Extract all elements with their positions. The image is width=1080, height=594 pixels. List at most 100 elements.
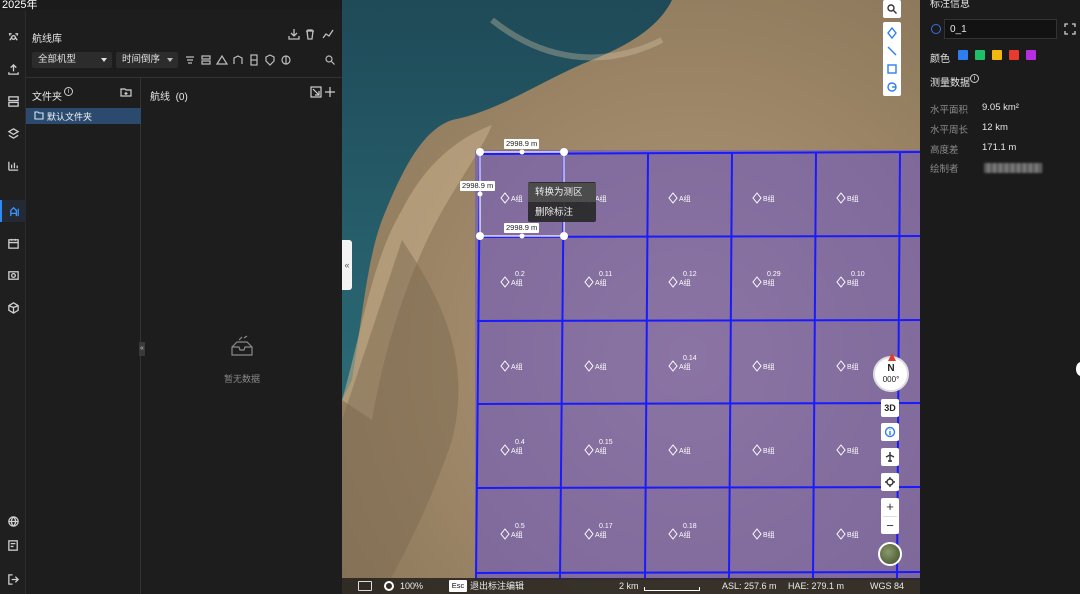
nav-upload-icon[interactable] [0,58,26,80]
compass-widget[interactable]: N 000° [873,353,909,392]
draw-point-icon[interactable] [886,26,898,40]
nav-chart-icon[interactable] [0,154,26,176]
map-search-button[interactable] [883,0,901,18]
filter-type-7-icon[interactable] [280,54,292,66]
filter-type-3-icon[interactable] [215,54,229,66]
import-route-icon[interactable] [310,86,322,98]
annotation-name-input[interactable] [944,19,1057,39]
folder-title: 文件夹 [32,92,62,103]
sort-select[interactable]: 时间倒序 [116,52,178,68]
map-view[interactable]: A组 A组 A组 B组 B组 A组 0.2 A组 0.11 A组 0.12 B组 0.29 B组 0.10 A… [342,0,920,594]
cell-value-label: 0.2 [515,271,525,278]
height-row: 高度差 171.1 m [930,142,1070,156]
compass-letter: N [887,363,895,374]
area-row: 水平面积 9.05 km² [930,102,1070,116]
opacity-ring-icon [384,581,394,591]
cell-group-label: A组 [679,446,691,455]
cell-value-label: 0.15 [599,439,613,446]
vertex-handle[interactable] [476,232,484,240]
nav-layers-icon[interactable] [0,122,26,144]
filter-type-1-icon[interactable] [184,54,196,66]
draw-circle-icon[interactable] [886,81,898,93]
app-root: 2025年 航线库 全部机型 时间倒序 文件夹 i 默认文件夹 « 航线 (0)… [0,0,1080,594]
model-filter-select[interactable]: 全部机型 [32,52,112,68]
edge-midpoint-handle[interactable] [477,191,483,197]
route-stats-icon[interactable] [322,28,334,40]
color-swatch[interactable] [1009,50,1019,60]
cell-value-label: 0.18 [683,523,697,530]
cell-group-label: B组 [847,278,859,287]
satellite-map[interactable]: A组 A组 A组 B组 B组A组0.2A组0.11A组0.12B组0.29B组0.10A… [342,0,920,594]
info-icon[interactable]: i [970,74,979,83]
draw-toolbar [883,22,901,96]
vertex-handle[interactable] [560,148,568,156]
cell-group-label: B组 [763,278,775,287]
title-bar: 2025年 [0,0,342,11]
floating-handle[interactable] [1076,362,1080,376]
nav-calendar-icon[interactable] [0,232,26,254]
filter-type-4-icon[interactable] [232,54,244,66]
collapse-panel-button[interactable]: « [342,240,352,290]
zoom-in-button[interactable]: + [881,498,899,516]
add-folder-icon[interactable] [120,86,132,98]
scale-label: 2 km [619,581,639,591]
airplane-icon [885,452,895,462]
info-icon[interactable]: i [64,87,73,96]
keyboard-icon[interactable] [358,581,372,591]
library-title: 航线库 [32,34,62,45]
cell-group-label: B组 [763,194,775,203]
edge-midpoint-handle[interactable] [519,233,525,239]
cell-value-label: 0.5 [515,523,525,530]
add-route-icon[interactable] [324,86,336,98]
menu-item-convert-to-survey-area[interactable]: 转换为测区 [528,183,596,202]
fly-to-aircraft-button[interactable] [881,448,899,466]
view-3d-button[interactable]: 3D [881,399,899,417]
nav-storage-icon[interactable] [0,90,26,112]
nav-globe-icon[interactable] [0,510,26,532]
color-swatch[interactable] [958,50,968,60]
nav-route-library-icon[interactable] [0,200,26,222]
compass-heading: 000° [882,375,900,384]
cell-group-label: A组 [511,530,523,539]
nav-drone-icon[interactable] [0,26,26,48]
cell-group-label: B组 [763,446,775,455]
measure-title: 测量数据 [930,78,970,89]
import-icon[interactable] [288,28,300,40]
fullscreen-icon[interactable] [1064,23,1076,35]
edge-midpoint-handle[interactable] [519,149,525,155]
cell-value-label: 0.11 [599,271,612,278]
color-swatch[interactable] [975,50,985,60]
opacity-value: 100% [400,581,424,591]
color-swatch[interactable] [1026,50,1036,60]
draw-polygon-icon[interactable] [886,63,898,75]
cell-group-label: A组 [511,194,523,203]
side-nav-rail [0,10,26,594]
model-filter-value: 全部机型 [38,54,77,65]
zoom-out-button[interactable]: − [881,517,899,535]
folder-item-default[interactable]: 默认文件夹 [26,108,141,124]
map-info-button[interactable] [881,423,899,441]
nav-logout-icon[interactable] [0,568,26,590]
nav-settings-list-icon[interactable] [0,534,26,556]
nav-model-icon[interactable] [0,296,26,318]
menu-item-delete-annotation[interactable]: 删除标注 [528,203,596,222]
vertex-handle[interactable] [560,232,568,240]
cell-group-label: B组 [847,530,859,539]
color-swatch[interactable] [992,50,1002,60]
cell-value-label: 0.4 [515,439,525,446]
routes-title-label: 航线 [150,92,170,103]
draw-line-icon[interactable] [886,45,898,57]
delete-icon[interactable] [304,28,316,40]
vertex-handle[interactable] [476,148,484,156]
author-row: 绘制者 [930,161,1070,175]
filter-type-6-icon[interactable] [264,54,276,66]
search-icon[interactable] [324,54,336,66]
cell-group-label: A组 [595,278,607,287]
locate-button[interactable] [881,473,899,491]
filter-type-5-icon[interactable] [248,54,260,66]
basemap-switch-button[interactable] [878,542,902,566]
filter-type-2-icon[interactable] [200,54,212,66]
context-menu: 转换为测区 删除标注 [528,182,596,222]
author-label: 绘制者 [930,164,959,175]
nav-media-icon[interactable] [0,264,26,286]
